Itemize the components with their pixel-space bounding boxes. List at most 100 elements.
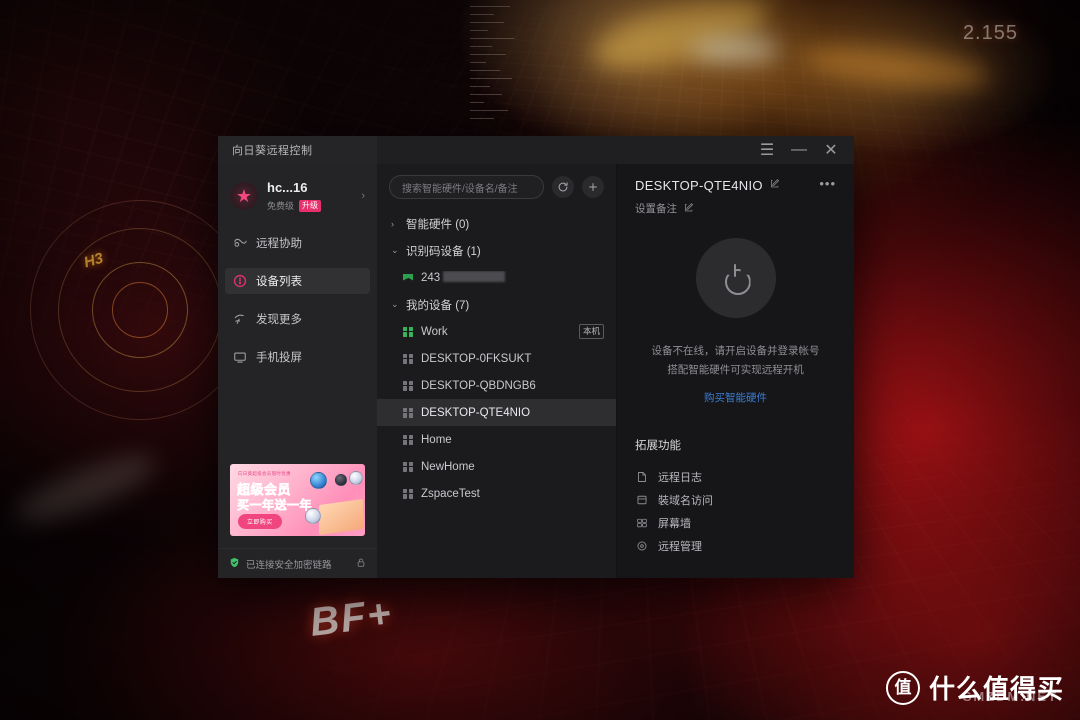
group-header-my-devices[interactable]: ⌄ 我的设备 (7)	[377, 291, 616, 318]
sidebar-item-label: 远程协助	[256, 238, 302, 251]
watermark: 值 什么值得买 SMZDM.NET	[885, 669, 1064, 706]
device-tree[interactable]: › 智能硬件 (0) ⌄ 识别码设备 (1) 243 ⌄ 我的设备 (7) Wo…	[377, 208, 616, 578]
avatar[interactable]: ★	[230, 182, 258, 211]
shield-check-icon	[229, 557, 240, 571]
device-name: ZspaceTest	[421, 487, 480, 500]
windows-icon	[403, 407, 413, 418]
titlebar: 向日葵远程控制 ☰ — ✕	[218, 136, 854, 164]
extension-functions-list: 远程日志 裝域名访问 屏幕墙 远程管理	[635, 466, 836, 558]
search-bar: 搜索智能硬件/设备名/备注	[377, 164, 616, 208]
minimize-button[interactable]: —	[784, 137, 814, 163]
group-label: 智能硬件 (0)	[406, 218, 470, 231]
remote-manage-icon	[635, 540, 648, 553]
profile-info: hc...16 免费级 升级	[267, 180, 350, 212]
promo-buy-button[interactable]: 立即购买	[238, 514, 282, 529]
promo-decoration	[310, 472, 327, 489]
promo-subheadline: 买一年送一年	[237, 498, 313, 513]
ext-item-domain-access[interactable]: 裝域名访问	[635, 489, 836, 512]
menu-button[interactable]: ☰	[752, 137, 782, 163]
promo-tagline: 向日葵超级会员限时优惠	[238, 471, 291, 476]
search-input[interactable]: 搜索智能硬件/设备名/备注	[389, 175, 544, 199]
ext-item-label: 远程日志	[658, 472, 702, 485]
upgrade-badge[interactable]: 升级	[299, 199, 322, 212]
phone-cast-icon	[233, 350, 247, 364]
chevron-down-icon: ⌄	[391, 245, 399, 255]
list-item[interactable]: Home	[377, 426, 616, 453]
set-remark-row[interactable]: 设置备注	[635, 201, 836, 216]
list-item[interactable]: 243	[377, 264, 616, 291]
chevron-right-icon: ›	[391, 218, 394, 229]
close-button[interactable]: ✕	[816, 137, 846, 163]
group-label: 我的设备 (7)	[406, 299, 470, 312]
device-name: NewHome	[421, 460, 475, 473]
sidebar-item-remote-assist[interactable]: 远程协助	[225, 230, 370, 256]
list-item[interactable]: DESKTOP-0FKSUKT	[377, 345, 616, 372]
domain-icon	[635, 494, 648, 507]
sidebar-item-phone-cast[interactable]: 手机投屏	[225, 344, 370, 370]
refresh-icon[interactable]	[552, 176, 574, 198]
offline-message: 设备不在线，请开启设备并登录帐号 搭配智能硬件可实现远程开机	[635, 342, 836, 381]
device-name: DESKTOP-QBDNGB6	[421, 379, 536, 392]
window-body: ★ hc...16 免费级 升级 › 远程协助 设备列表 发现更多 手机投屏 向…	[218, 164, 854, 578]
sidebar-item-label: 设备列表	[256, 276, 302, 289]
ext-item-label: 远程管理	[658, 541, 702, 554]
device-name: 243	[421, 271, 604, 284]
edit-icon[interactable]	[770, 178, 780, 191]
profile-section[interactable]: ★ hc...16 免费级 升级 ›	[218, 164, 377, 218]
local-machine-badge: 本机	[578, 324, 604, 339]
edit-icon[interactable]	[684, 202, 694, 215]
list-item[interactable]: DESKTOP-QBDNGB6	[377, 372, 616, 399]
secure-connection-text: 已连接安全加密链路	[246, 559, 332, 571]
group-header-smart-hardware[interactable]: › 智能硬件 (0)	[377, 210, 616, 237]
windows-icon	[403, 434, 413, 445]
device-detail-panel: DESKTOP-QTE4NIO ••• 设置备注 设备不在线，请开启设备并登录帐…	[617, 164, 854, 578]
set-remark-label: 设置备注	[635, 203, 677, 215]
ext-item-screen-wall[interactable]: 屏幕墙	[635, 512, 836, 535]
more-icon[interactable]: •••	[819, 177, 836, 190]
list-item[interactable]: NewHome	[377, 453, 616, 480]
power-button-wrap	[635, 238, 836, 318]
ext-item-label: 屏幕墙	[658, 518, 691, 531]
secure-connection-footer: 已连接安全加密链路	[218, 548, 377, 578]
redacted-block	[443, 271, 506, 282]
account-level-row: 免费级 升级	[267, 199, 350, 212]
group-header-identifier-devices[interactable]: ⌄ 识别码设备 (1)	[377, 237, 616, 264]
device-list-panel: 搜索智能硬件/设备名/备注 › 智能硬件 (0) ⌄ 识别码设备 (1) 243…	[377, 164, 617, 578]
windows-icon	[403, 326, 413, 337]
ext-item-remote-log[interactable]: 远程日志	[635, 466, 836, 489]
account-level: 免费级	[267, 201, 295, 212]
promo-decoration	[349, 471, 363, 485]
star-avatar-icon: ★	[235, 185, 253, 206]
promo-banner[interactable]: 向日葵超级会员限时优惠 超级会员 买一年送一年 立即购买	[230, 464, 365, 536]
sidebar-item-device-list[interactable]: 设备列表	[225, 268, 370, 295]
watermark-domain: SMZDM.NET	[962, 689, 1058, 704]
add-device-button[interactable]	[582, 176, 604, 198]
watermark-logo-icon: 值	[885, 670, 920, 705]
windows-icon	[403, 353, 413, 364]
log-icon	[635, 471, 648, 484]
discover-icon	[233, 312, 247, 326]
lock-icon[interactable]	[356, 557, 366, 571]
chevron-right-icon[interactable]: ›	[359, 190, 365, 202]
group-label: 识别码设备 (1)	[406, 245, 481, 258]
list-item[interactable]: ZspaceTest	[377, 480, 616, 507]
device-name: Home	[421, 433, 452, 446]
sidebar-item-label: 手机投屏	[256, 352, 302, 365]
sidebar-item-discover-more[interactable]: 发现更多	[225, 306, 370, 332]
windows-icon	[403, 380, 413, 391]
list-item[interactable]: Work 本机	[377, 318, 616, 345]
remote-assist-icon	[233, 236, 247, 250]
device-list-icon	[233, 274, 247, 288]
ext-item-remote-manage[interactable]: 远程管理	[635, 535, 836, 558]
list-item-selected[interactable]: DESKTOP-QTE4NIO	[377, 399, 616, 426]
buy-smart-hardware-link[interactable]: 购买智能硬件	[635, 390, 836, 405]
ext-item-label: 裝域名访问	[658, 495, 713, 508]
sunflower-remote-control-window: 向日葵远程控制 ☰ — ✕ ★ hc...16 免费级 升级 › 远程协助 设备…	[218, 136, 854, 578]
sidebar-item-label: 发现更多	[256, 314, 302, 327]
device-name: Work	[421, 325, 448, 338]
offline-line-1: 设备不在线，请开启设备并登录帐号	[651, 345, 820, 357]
windows-icon	[403, 488, 413, 499]
power-button[interactable]	[695, 238, 776, 318]
flag-icon	[403, 273, 413, 283]
screen-wall-icon	[635, 517, 648, 530]
